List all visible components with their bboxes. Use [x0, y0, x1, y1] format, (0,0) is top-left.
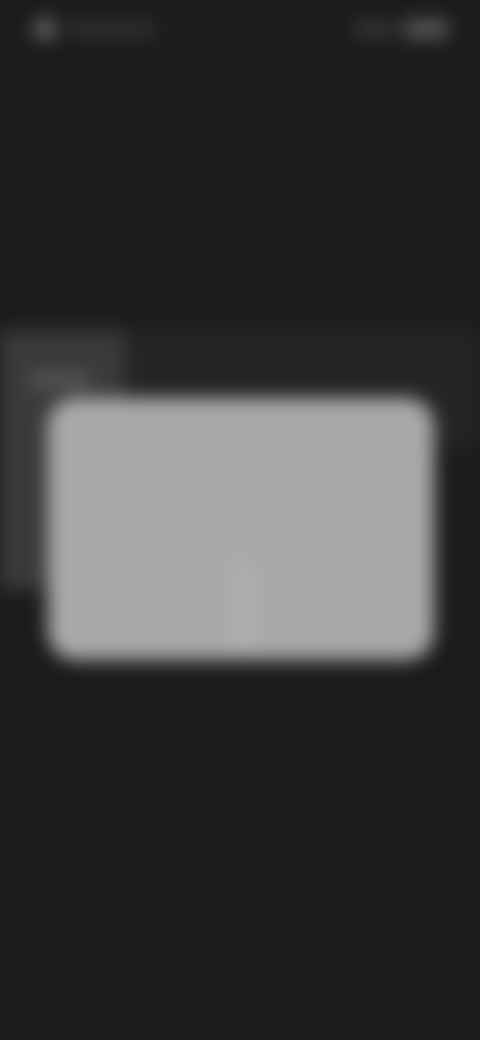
- alert-dialog: [48, 398, 434, 660]
- battery-icon: [404, 20, 448, 38]
- signal-icon: [354, 22, 394, 36]
- status-time: [66, 20, 156, 38]
- screen: [0, 0, 480, 1040]
- background-card-label: [30, 372, 90, 388]
- status-left: [34, 18, 156, 40]
- app-notification-icon: [34, 18, 56, 40]
- blurred-content: [0, 0, 480, 1040]
- button-divider: [238, 568, 248, 648]
- positive-button[interactable]: [296, 594, 386, 630]
- status-bar: [0, 0, 480, 60]
- negative-button[interactable]: [82, 594, 212, 630]
- status-right: [354, 20, 448, 38]
